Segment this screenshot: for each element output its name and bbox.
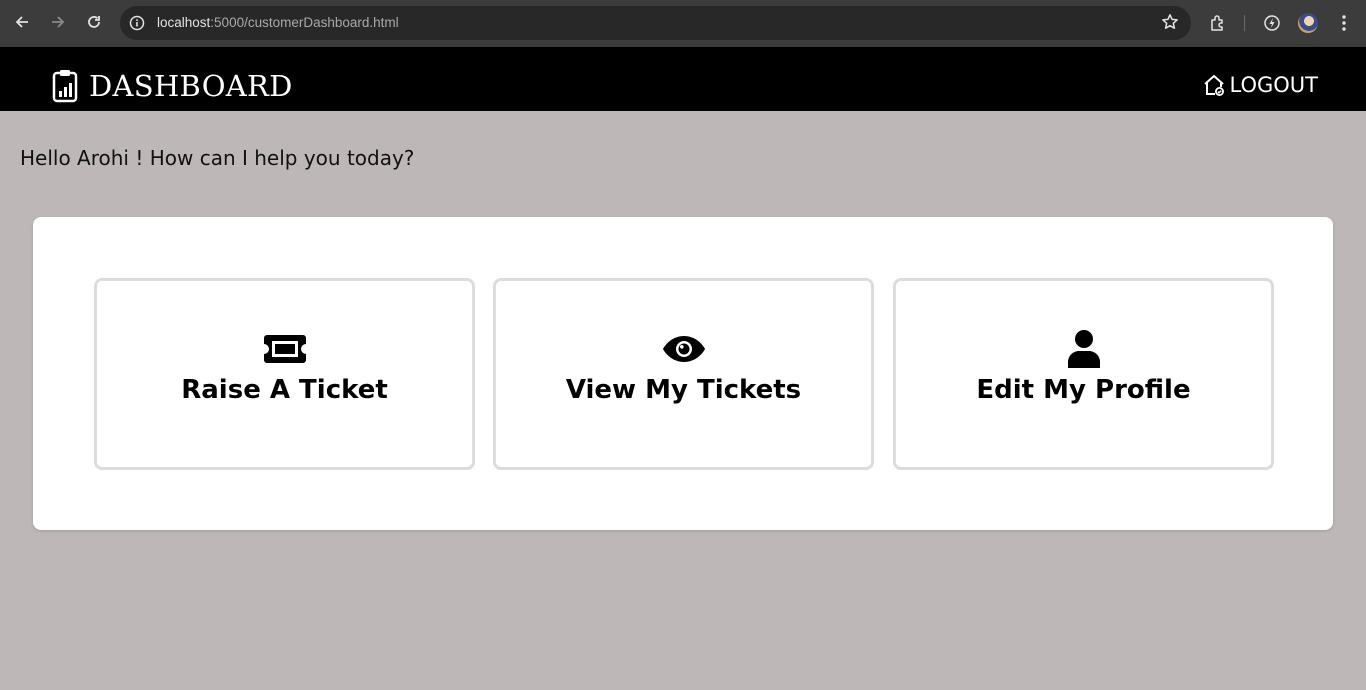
- card-label: Edit My Profile: [976, 375, 1191, 405]
- url-text: localhost:5000/customerDashboard.html: [157, 15, 399, 30]
- logout-label: LOGOUT: [1229, 73, 1318, 97]
- logout-button[interactable]: LOGOUT: [1202, 73, 1318, 97]
- browser-toolbar: localhost:5000/customerDashboard.html: [0, 0, 1366, 47]
- brand: DASHBOARD: [52, 69, 293, 103]
- profile-avatar[interactable]: [1298, 13, 1318, 33]
- card-label: View My Tickets: [565, 375, 802, 405]
- dashboard-panel: Raise A Ticket View My Tickets Edit My P…: [33, 217, 1333, 530]
- edit-profile-card[interactable]: Edit My Profile: [893, 278, 1274, 470]
- reload-icon: [88, 16, 100, 28]
- back-button[interactable]: [7, 7, 37, 37]
- greeting-text: Hello Arohi ! How can I help you today?: [20, 146, 415, 170]
- home-logout-icon: [1203, 75, 1224, 96]
- forward-button[interactable]: [43, 7, 73, 37]
- site-info-icon[interactable]: [128, 14, 146, 32]
- card-label: Raise A Ticket: [181, 375, 388, 405]
- performance-icon[interactable]: [1260, 11, 1284, 35]
- reload-button[interactable]: [79, 7, 109, 37]
- raise-ticket-card[interactable]: Raise A Ticket: [94, 278, 475, 470]
- extensions-icon[interactable]: [1206, 11, 1230, 35]
- toolbar-separator: [1244, 15, 1245, 31]
- forward-arrow-icon: [52, 16, 65, 28]
- back-arrow-icon: [15, 16, 28, 28]
- address-bar[interactable]: localhost:5000/customerDashboard.html: [120, 6, 1191, 40]
- app-title: DASHBOARD: [89, 69, 293, 103]
- eye-icon: [496, 329, 871, 369]
- clipboard-chart-icon: [52, 70, 78, 103]
- user-icon: [896, 329, 1271, 369]
- url-host: localhost: [157, 15, 211, 30]
- url-path: :5000/customerDashboard.html: [210, 15, 399, 30]
- app-header: DASHBOARD LOGOUT: [0, 47, 1366, 111]
- menu-kebab-icon[interactable]: [1332, 11, 1356, 35]
- ticket-icon: [97, 329, 472, 369]
- view-tickets-card[interactable]: View My Tickets: [493, 278, 874, 470]
- bookmark-star-icon[interactable]: [1161, 13, 1179, 36]
